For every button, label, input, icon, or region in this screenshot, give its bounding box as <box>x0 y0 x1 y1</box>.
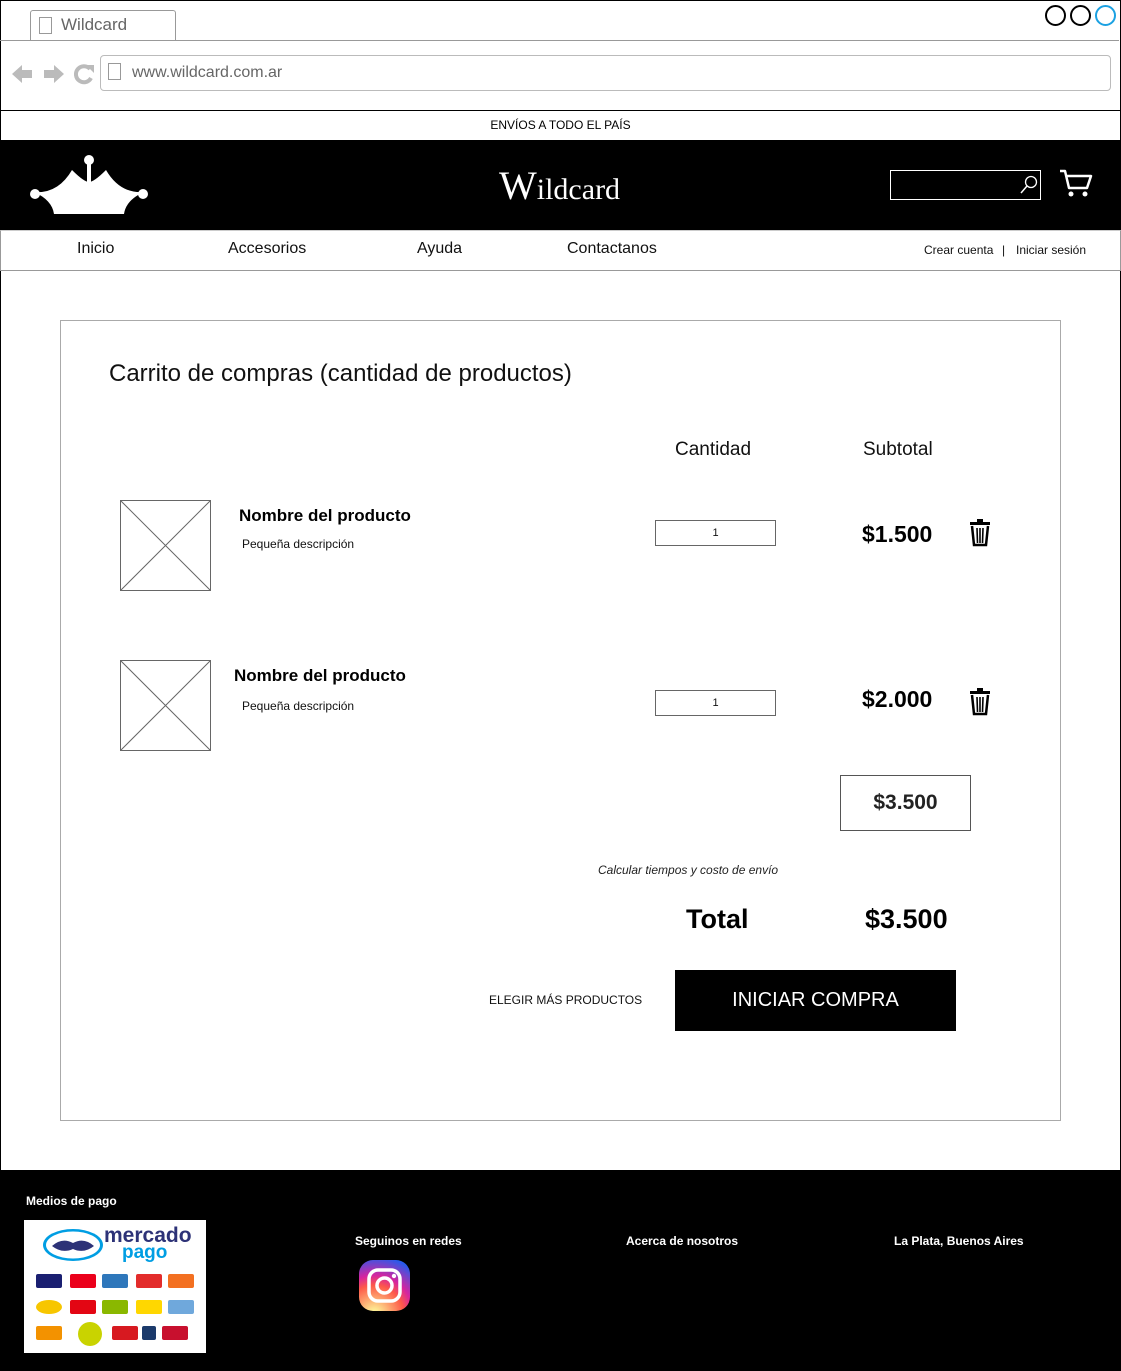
reload-icon[interactable] <box>73 64 94 85</box>
cabal-card-icon <box>36 1300 62 1314</box>
checkout-button[interactable]: INICIAR COMPRA <box>675 970 956 1031</box>
choose-more-products-link[interactable]: ELEGIR MÁS PRODUCTOS <box>489 993 642 1007</box>
window-minimize-control[interactable] <box>1045 5 1066 26</box>
item-subtotal: $2.000 <box>862 686 933 712</box>
nav-item-contactanos[interactable]: Contactanos <box>567 240 657 258</box>
forward-arrow-icon[interactable] <box>44 65 64 83</box>
quantity-input[interactable]: 1 <box>655 690 776 716</box>
handshake-logo-icon <box>43 1229 103 1261</box>
payments-title: Medios de pago <box>26 1194 117 1208</box>
window-close-control[interactable] <box>1095 5 1116 26</box>
trash-icon[interactable] <box>968 688 992 716</box>
product-image-placeholder[interactable] <box>120 660 211 751</box>
hipotecario-card-icon <box>36 1326 62 1340</box>
argencard-card-icon <box>136 1274 162 1288</box>
mastercard-card-icon <box>70 1274 96 1288</box>
ciudad-card-icon <box>142 1326 156 1340</box>
cart-sum-box: $3.500 <box>840 775 971 831</box>
instagram-icon[interactable] <box>359 1260 410 1311</box>
nav-item-accesorios[interactable]: Accesorios <box>228 240 306 258</box>
brand-wordmark[interactable]: Wildcard <box>499 162 620 209</box>
search-icon[interactable] <box>1020 175 1038 195</box>
item-subtotal: $1.500 <box>862 521 933 547</box>
nav-item-inicio[interactable]: Inicio <box>77 240 114 258</box>
page-icon <box>108 63 121 80</box>
mercadopago-text-line2: pago <box>122 1242 168 1263</box>
instagram-glyph-icon <box>367 1268 402 1303</box>
shopping-cart-icon[interactable] <box>1058 168 1094 200</box>
brand-initial: W <box>499 163 537 208</box>
payment-methods-image: mercado pago <box>24 1220 206 1353</box>
subtotal-column-header: Subtotal <box>863 439 933 460</box>
location-text: La Plata, Buenos Aires <box>894 1234 1024 1248</box>
quantity-input[interactable]: 1 <box>655 520 776 546</box>
about-link[interactable]: Acerca de nosotros <box>626 1234 738 1248</box>
brand-rest: ildcard <box>536 173 621 206</box>
tab-divider <box>0 40 1119 41</box>
rapipago-card-icon <box>70 1300 96 1314</box>
cart-title: Carrito de compras (cantidad de producto… <box>109 360 572 387</box>
back-forward-reload-icons <box>12 64 94 85</box>
product-description: Pequeña descripción <box>242 537 355 551</box>
product-name[interactable]: Nombre del producto <box>239 506 411 526</box>
product-image-placeholder[interactable] <box>120 500 211 591</box>
product-name[interactable]: Nombre del producto <box>234 666 406 686</box>
provincia-pagos-card-icon <box>102 1300 128 1314</box>
nav-item-ayuda[interactable]: Ayuda <box>417 240 462 258</box>
quantity-column-header: Cantidad <box>675 439 752 460</box>
login-link[interactable]: Iniciar sesión <box>1016 243 1086 257</box>
product-description: Pequeña descripción <box>242 699 355 713</box>
cobro-express-card-icon <box>136 1300 162 1314</box>
total-value: $3.500 <box>865 904 948 934</box>
page-icon <box>39 17 52 34</box>
trash-icon[interactable] <box>968 519 992 547</box>
create-account-link[interactable]: Crear cuenta <box>924 243 993 257</box>
visa-card-icon <box>36 1274 62 1288</box>
tab-title: Wildcard <box>61 15 128 34</box>
image-placeholder-icon <box>120 500 211 591</box>
jester-hat-logo-icon[interactable] <box>28 152 150 216</box>
promo-bar: ENVÍOS A TODO EL PAÍS <box>0 111 1121 140</box>
url-text[interactable]: www.wildcard.com.ar <box>132 64 282 82</box>
back-arrow-icon[interactable] <box>12 65 32 83</box>
shipping-calculator-link[interactable]: Calcular tiempos y costo de envío <box>598 863 778 877</box>
window-maximize-control[interactable] <box>1070 5 1091 26</box>
amex-card-icon <box>102 1274 128 1288</box>
account-separator: | <box>1002 243 1006 257</box>
total-label: Total <box>686 904 749 934</box>
link-card-icon <box>78 1322 102 1346</box>
carsa-card-icon <box>168 1300 194 1314</box>
naranja-card-icon <box>168 1274 194 1288</box>
search-input[interactable] <box>890 170 1041 200</box>
icbc-card-icon <box>162 1326 188 1340</box>
social-title: Seguinos en redes <box>355 1234 462 1248</box>
image-placeholder-icon <box>120 660 211 751</box>
banelco-card-icon <box>112 1326 138 1340</box>
